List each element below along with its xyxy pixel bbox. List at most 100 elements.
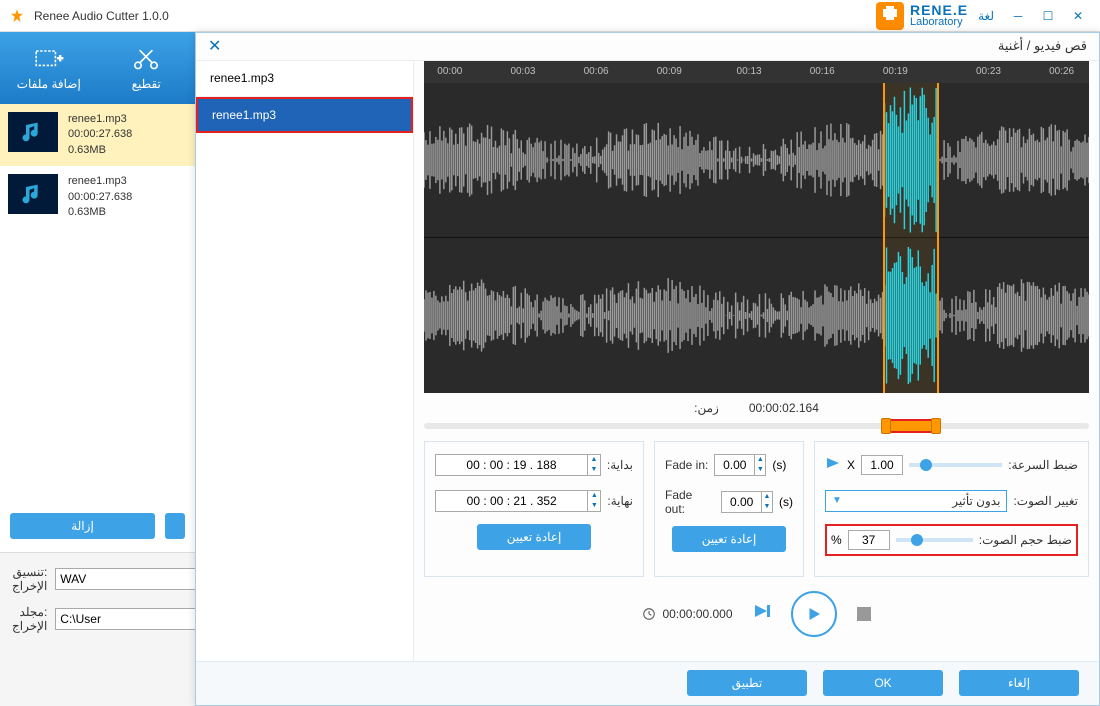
volume-slider[interactable] <box>896 538 973 542</box>
list-item[interactable]: renee1.mp3 <box>196 97 413 133</box>
chevron-down-icon: ▼ <box>832 495 842 506</box>
file-name: renee1.mp3 <box>68 112 132 127</box>
fade-panel: Fade in: ▲▼ (s) Fade out: ▲▼ (s) <box>654 441 804 577</box>
spin-down-icon[interactable]: ▼ <box>755 465 765 475</box>
play-speed-icon[interactable] <box>825 456 841 473</box>
speed-slider[interactable] <box>909 463 1002 467</box>
dialog-close-button[interactable]: ✕ <box>208 36 221 56</box>
output-format-label: :تنسيق الإخراج <box>12 565 47 593</box>
spin-up-icon[interactable]: ▲ <box>588 491 600 501</box>
volume-unit: % <box>831 533 842 547</box>
speed-label: ضبط السرعة: <box>1008 458 1078 472</box>
spin-up-icon[interactable]: ▲ <box>755 455 765 465</box>
effects-panel: ضبط السرعة: X تغيير الصوت: بدون تأثير ▼ <box>814 441 1089 577</box>
voice-select[interactable]: بدون تأثير ▼ <box>825 490 1007 512</box>
playback-elapsed: 00:00:00.000 <box>662 607 732 621</box>
ruler-tick: 00:00 <box>437 66 462 77</box>
ruler-tick: 00:13 <box>737 66 762 77</box>
voice-label: تغيير الصوت: <box>1013 494 1078 508</box>
maximize-button[interactable]: ☐ <box>1034 6 1062 26</box>
stop-button[interactable] <box>857 607 871 621</box>
time-value: 00:00:02.164 <box>749 401 819 415</box>
progress-selection[interactable] <box>883 419 940 433</box>
start-label: بداية: <box>607 458 633 472</box>
volume-label: ضبط حجم الصوت: <box>979 533 1072 547</box>
dialog-title: قص فيديو / أغنية <box>998 38 1087 54</box>
spin-up-icon[interactable]: ▲ <box>588 455 600 465</box>
end-time-spinbox[interactable]: ▲▼ <box>435 490 601 512</box>
titlebar: Renee Audio Cutter 1.0.0 RENE.E Laborato… <box>0 0 1100 32</box>
speed-input[interactable] <box>861 455 903 475</box>
brand-plus-icon <box>876 2 904 30</box>
time-label: زمن: <box>694 401 719 415</box>
minimize-button[interactable]: ─ <box>1004 6 1032 26</box>
ok-button[interactable]: OK <box>823 670 943 696</box>
left-bottom-bar: إزالة ‎ <box>0 500 195 552</box>
fade-in-label: Fade in: <box>665 458 708 472</box>
spin-up-icon[interactable]: ▲ <box>762 492 772 502</box>
list-item[interactable]: renee1.mp3 <box>196 61 413 97</box>
volume-input[interactable] <box>848 530 890 550</box>
window-title: Renee Audio Cutter 1.0.0 <box>34 9 876 23</box>
end-label: نهاية: <box>607 494 633 508</box>
fade-in-input[interactable] <box>715 458 754 472</box>
cancel-button[interactable]: إلغاء <box>959 670 1079 696</box>
jump-start-icon[interactable] <box>753 603 771 624</box>
left-file-list: renee1.mp3 00:00:27.638 0.63MB renee1.mp… <box>0 104 195 500</box>
ruler-tick: 00:23 <box>976 66 1001 77</box>
brand-name-2: Laboratory <box>910 17 968 28</box>
reset-range-button[interactable]: إعادة تعيين <box>477 524 592 550</box>
output-section: :تنسيق الإخراج :مجلد الإخراج <box>0 552 195 706</box>
brand-name-1: RENE.E <box>910 3 968 17</box>
spin-down-icon[interactable]: ▼ <box>762 502 772 512</box>
second-button[interactable]: ‎ <box>165 513 185 539</box>
file-duration: 00:00:27.638 <box>68 190 132 205</box>
file-name: renee1.mp3 <box>68 174 132 189</box>
file-size: 0.63MB <box>68 205 132 220</box>
timeline-ruler: 00:00 00:03 00:06 00:09 00:13 00:16 00:1… <box>424 61 1089 83</box>
ruler-tick: 00:16 <box>810 66 835 77</box>
remove-button[interactable]: إزالة <box>10 513 155 539</box>
music-icon <box>8 112 58 152</box>
end-time-input[interactable] <box>436 494 587 508</box>
fade-in-spinbox[interactable]: ▲▼ <box>714 454 766 476</box>
fade-out-spinbox[interactable]: ▲▼ <box>721 491 773 513</box>
dialog-titlebar: قص فيديو / أغنية ✕ <box>196 33 1099 61</box>
spin-down-icon[interactable]: ▼ <box>588 501 600 511</box>
voice-value: بدون تأثير <box>952 494 1000 508</box>
ruler-tick: 00:26 <box>1049 66 1074 77</box>
dialog-footer: تطبيق OK إلغاء <box>196 661 1099 705</box>
cut-button[interactable]: تقطيع <box>98 32 196 104</box>
music-icon <box>8 174 58 214</box>
output-folder-label: :مجلد الإخراج <box>12 605 47 633</box>
playback-bar: 00:00:00.000 <box>424 591 1089 637</box>
fade-out-input[interactable] <box>722 495 761 509</box>
list-item[interactable]: renee1.mp3 00:00:27.638 0.63MB <box>0 104 195 166</box>
selection-region[interactable] <box>883 83 940 393</box>
app-icon <box>8 7 26 25</box>
brand-logo: RENE.E Laboratory <box>876 2 968 30</box>
ruler-tick: 00:19 <box>883 66 908 77</box>
clock-icon <box>642 607 656 621</box>
ruler-tick: 00:03 <box>510 66 535 77</box>
start-time-input[interactable] <box>436 458 587 472</box>
file-duration: 00:00:27.638 <box>68 127 132 142</box>
list-item[interactable]: renee1.mp3 00:00:27.638 0.63MB <box>0 166 195 228</box>
file-size: 0.63MB <box>68 143 132 158</box>
speed-unit: X <box>847 458 855 472</box>
language-button[interactable]: لغة <box>978 9 994 23</box>
scissors-icon <box>130 45 162 73</box>
add-files-button[interactable]: إضافة ملفات <box>0 32 98 104</box>
waveform-display[interactable] <box>424 83 1089 393</box>
fade-out-label: Fade out: <box>665 488 715 516</box>
cut-dialog: قص فيديو / أغنية ✕ renee1.mp3 renee1.mp3… <box>195 32 1100 706</box>
start-time-spinbox[interactable]: ▲▼ <box>435 454 601 476</box>
reset-fade-button[interactable]: إعادة تعيين <box>672 526 787 552</box>
fade-unit: (s) <box>779 495 793 509</box>
close-button[interactable]: ✕ <box>1064 6 1092 26</box>
apply-button[interactable]: تطبيق <box>687 670 807 696</box>
range-panel: بداية: ▲▼ نهاية: ▲▼ إع <box>424 441 644 577</box>
spin-down-icon[interactable]: ▼ <box>588 465 600 475</box>
progress-track[interactable] <box>424 423 1089 429</box>
play-button[interactable] <box>791 591 837 637</box>
